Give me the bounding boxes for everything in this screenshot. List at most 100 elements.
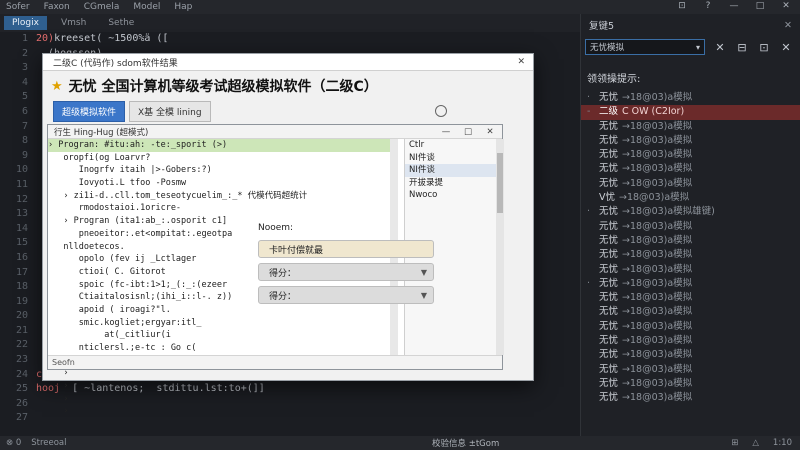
hint-item-detail: →18@03)a模拟 <box>622 249 693 261</box>
minimize-icon[interactable]: — <box>728 1 740 11</box>
hint-item[interactable]: 无忧 →18@03)a模拟 <box>581 263 800 277</box>
tree-row[interactable]: › <box>48 393 398 406</box>
score-select[interactable]: 得分： ▼ <box>258 286 434 304</box>
hint-item[interactable]: 无忧 →18@03)a模拟 <box>581 148 800 162</box>
score-select[interactable]: 得分： ▼ <box>258 263 434 281</box>
line-number: 9 <box>21 149 28 161</box>
hint-item-detail: →18@03)a模拟 <box>622 335 693 347</box>
close-icon[interactable]: ✕ <box>713 41 727 54</box>
hint-item[interactable]: V忧 →18@03)a模拟 <box>581 191 800 205</box>
close-icon[interactable]: ✕ <box>784 20 792 31</box>
dialog-tab[interactable]: 超级模拟软件 <box>53 100 126 122</box>
tree-row[interactable]: › Progran: #itu:ah: -te:_sporit (>) <box>48 139 398 152</box>
hint-item[interactable]: 无忧 →18@03)a模拟 <box>581 377 800 391</box>
line-number: 16 <box>15 251 28 263</box>
hint-item-marker <box>587 348 595 362</box>
tree-row[interactable]: apoid ( iroagi?"l. <box>48 304 398 317</box>
hint-item[interactable]: · 无忧 →18@03)a模拟 <box>581 277 800 291</box>
dialog-tab-bar: 超级模拟软件 Ⅹ基 全模 lining <box>43 100 533 122</box>
hint-item[interactable]: 无忧 →18@03)a模拟 <box>581 334 800 348</box>
status-item[interactable]: △ <box>752 438 759 448</box>
file-list-item[interactable]: 开拔录提 <box>405 177 504 190</box>
hint-item[interactable]: 无忧 →18@03)a模拟 <box>581 234 800 248</box>
hint-item[interactable]: 无忧 →18@03)a模拟 <box>581 320 800 334</box>
hint-item-detail: →18@03)a模拟 <box>622 220 693 232</box>
maximize-icon[interactable]: □ <box>754 1 766 11</box>
line-number: 1 <box>21 33 28 44</box>
hint-item[interactable]: 无忧 →18@03)a模拟 <box>581 348 800 362</box>
file-list-item[interactable]: NI件谈 <box>405 152 504 165</box>
file-list-item[interactable]: NI件谈 <box>405 164 504 177</box>
scrollbar-thumb[interactable] <box>497 153 503 213</box>
hint-item-name: 无忧 <box>599 206 619 218</box>
hint-item-detail: →18@03)a模拟 <box>622 163 693 175</box>
line-number: 23 <box>15 354 28 366</box>
hint-section-label: 领领操提示: <box>587 74 641 85</box>
hint-item[interactable]: 无忧 →18@03)a模拟 <box>581 162 800 176</box>
hint-list: · 无忧 →18@03)a模拟 - 二级 C OW (C2Ior) 无忧 →18@03)a模拟… <box>581 91 800 406</box>
collapse-icon[interactable]: ⊟ <box>735 41 749 54</box>
tree-row[interactable]: nticlersl.;e-tc : Go c( <box>48 342 398 355</box>
hint-item-detail: →18@03)a模拟 <box>622 349 693 361</box>
close-icon[interactable]: ✕ <box>517 57 525 67</box>
restore-icon[interactable]: ⊡ <box>757 41 771 54</box>
menu-item[interactable]: CGmela <box>84 2 120 12</box>
maximize-icon[interactable]: □ <box>462 127 474 137</box>
close-icon[interactable]: ✕ <box>484 127 496 137</box>
menu-item[interactable]: Model <box>133 2 160 12</box>
tree-row[interactable]: at(_citliur(i <box>48 329 398 342</box>
dialog-tab[interactable]: Ⅹ基 全模 lining <box>129 100 211 122</box>
hint-item[interactable]: · 无忧 →18@03)a模拟 <box>581 91 800 105</box>
restore-icon[interactable]: ⊡ <box>676 1 688 11</box>
close-icon[interactable]: ✕ <box>779 41 793 54</box>
editor-tab[interactable]: Vmsh <box>53 16 94 30</box>
tree-row[interactable]: Inogrfv itaih |>-Gobers:?) <box>48 164 398 177</box>
status-item[interactable]: 1:10 <box>773 438 792 448</box>
minimize-icon[interactable]: — <box>440 127 452 137</box>
field-label: 卡叶付偿就最 <box>269 245 324 256</box>
hint-item[interactable]: 无忧 →18@03)a模拟 <box>581 305 800 319</box>
hint-item[interactable]: 无忧 →18@03)a模拟 <box>581 391 800 405</box>
line-number: 27 <box>15 412 28 424</box>
hint-item[interactable]: 无忧 →18@03)a模拟 <box>581 120 800 134</box>
hint-item[interactable]: 元忧 →18@03)a模拟 <box>581 220 800 234</box>
tree-row[interactable]: › <box>48 405 398 418</box>
menu-item[interactable]: Hap <box>174 2 192 12</box>
file-list-item[interactable]: Ctlr <box>405 139 504 152</box>
hint-item[interactable]: · 无忧 →18@03)a模拟雄键) <box>581 205 800 219</box>
tree-row[interactable]: › zi1i-d..cll.tom_teseotycuelim_:_* 代模代码… <box>48 190 398 203</box>
status-item[interactable]: ⊞ <box>731 438 738 448</box>
hint-item[interactable]: 无忧 →18@03)a模拟 <box>581 248 800 262</box>
tree-row[interactable]: rmodostaioi.1oricre- <box>48 202 398 215</box>
editor-tab[interactable]: Sethe <box>100 16 142 30</box>
hint-item[interactable]: 无忧 →18@03)a模拟 <box>581 177 800 191</box>
editor-tab[interactable]: Plogix <box>4 16 47 30</box>
tree-row[interactable]: › <box>48 380 398 393</box>
tree-row[interactable]: oropfi(og Loarvr? <box>48 152 398 165</box>
menu-item[interactable]: Faxon <box>44 2 70 12</box>
tree-row[interactable]: smic.kogliet;ergyar:itl_ <box>48 317 398 330</box>
hint-item-detail: →18@03)a模拟 <box>622 134 693 146</box>
hint-item-marker: · <box>587 277 591 289</box>
file-list-item[interactable]: Nwoco <box>405 189 504 202</box>
line-number: 19 <box>15 295 28 307</box>
hint-item-marker <box>587 148 595 162</box>
record-icon[interactable] <box>435 105 447 117</box>
hint-item[interactable]: 无忧 →18@03)a模拟 <box>581 291 800 305</box>
note-field[interactable]: 卡叶付偿就最 <box>258 240 434 258</box>
hint-filter-select[interactable]: 无忧模拟 ▾ <box>585 39 705 55</box>
hint-item-detail: →18@03)a模拟 <box>622 177 693 189</box>
hint-item[interactable]: 无忧 →18@03)a模拟 <box>581 363 800 377</box>
close-icon[interactable]: ✕ <box>780 1 792 11</box>
hint-item-name: 无忧 <box>599 177 619 189</box>
line-number: 24 <box>15 368 28 380</box>
hint-item-name: 无忧 <box>599 320 619 332</box>
hint-item[interactable]: 无忧 →18@03)a模拟 <box>581 134 800 148</box>
hint-item[interactable]: - 二级 C OW (C2Ior) <box>581 105 800 120</box>
tree-row[interactable]: › <box>48 367 398 380</box>
tree-row[interactable]: Iovyoti.L tfoo -Posmw <box>48 177 398 190</box>
menu-item[interactable]: Sofer <box>6 2 30 12</box>
help-icon[interactable]: ? <box>702 1 714 11</box>
line-number: 4 <box>21 76 28 88</box>
hint-item-name: 无忧 <box>599 263 619 275</box>
